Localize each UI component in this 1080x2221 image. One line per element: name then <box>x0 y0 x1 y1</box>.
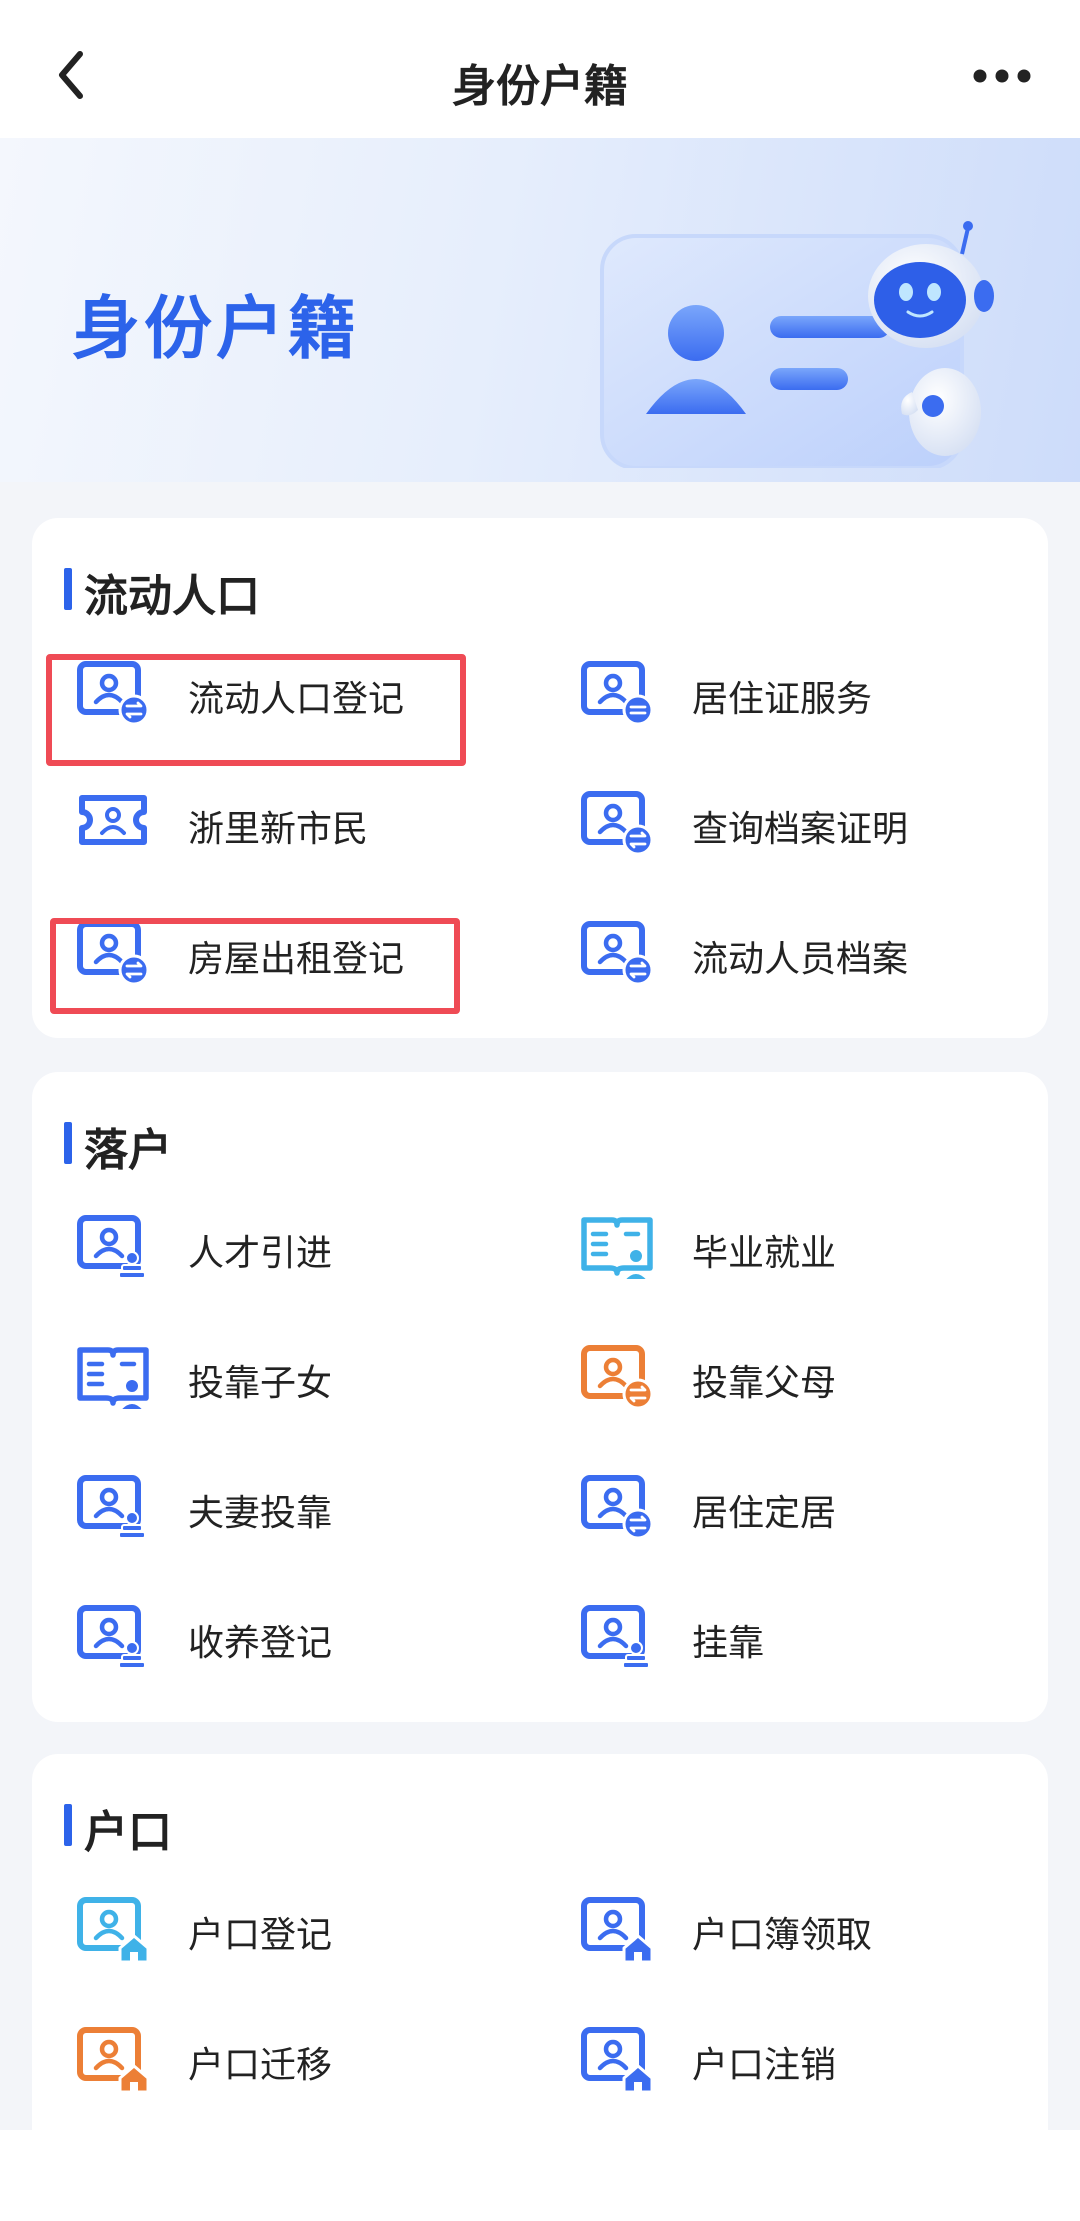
section-title: 流动人口 <box>64 560 260 624</box>
id-card-stamp-icon <box>580 1598 654 1672</box>
page-title: 身份户籍 <box>452 61 628 112</box>
id-card-transfer-icon <box>580 914 654 988</box>
service-item-floating-archive[interactable]: 流动人员档案 <box>536 902 1006 1002</box>
service-label: 查询档案证明 <box>692 809 909 850</box>
service-item-rental-registration[interactable]: 房屋出租登记 <box>32 902 502 1002</box>
banner-title: 身份户籍 <box>72 290 361 369</box>
service-item-archive-certificate[interactable]: 查询档案证明 <box>536 772 1006 872</box>
id-card-transfer-icon <box>76 914 150 988</box>
service-label: 投靠父母 <box>692 1363 837 1404</box>
service-label: 投靠子女 <box>188 1363 333 1404</box>
banner: 身份户籍 <box>0 138 1080 482</box>
book-person-icon <box>76 1338 150 1412</box>
service-item-residence-settle[interactable]: 居住定居 <box>536 1456 1006 1556</box>
service-item-floating-registration[interactable]: 流动人口登记 <box>32 642 502 742</box>
service-label: 房屋出租登记 <box>188 939 405 980</box>
service-item-join-children[interactable]: 投靠子女 <box>32 1326 502 1426</box>
id-card-stamp-icon <box>76 1468 150 1542</box>
service-label: 挂靠 <box>692 1623 765 1664</box>
id-card-house-icon <box>580 2020 654 2094</box>
service-item-talent-introduction[interactable]: 人才引进 <box>32 1196 502 1296</box>
service-item-household-registration[interactable]: 户口登记 <box>32 1878 502 1978</box>
section-settlement: 落户 人才引进 毕业就业 投靠子女 投靠父母 夫妻投靠 居住定居 收养登记 挂靠 <box>32 1072 1048 1722</box>
service-label: 流动人口登记 <box>188 679 405 720</box>
service-label: 户口簿领取 <box>692 1915 873 1956</box>
id-card-transfer-icon <box>580 1338 654 1412</box>
id-card-transfer-icon <box>76 654 150 728</box>
service-label: 人才引进 <box>188 1233 333 1274</box>
service-label: 浙里新市民 <box>188 809 369 850</box>
service-label: 户口注销 <box>692 2045 837 2086</box>
service-label: 居住定居 <box>692 1493 837 1534</box>
service-item-join-spouse[interactable]: 夫妻投靠 <box>32 1456 502 1556</box>
section-floating-population: 流动人口 流动人口登记 居住证服务 浙里新市民 查询档案证明 房屋出租登记 流动… <box>32 518 1048 1038</box>
service-item-graduate-employment[interactable]: 毕业就业 <box>536 1196 1006 1296</box>
service-item-household-cancellation[interactable]: 户口注销 <box>536 2008 1006 2108</box>
id-card-minus-icon <box>580 654 654 728</box>
ticket-person-icon <box>76 784 150 858</box>
id-card-stamp-icon <box>76 1598 150 1672</box>
service-label: 流动人员档案 <box>692 939 909 980</box>
id-card-house-icon <box>580 1890 654 1964</box>
service-item-affiliation[interactable]: 挂靠 <box>536 1586 1006 1686</box>
section-household: 户口 户口登记 户口簿领取 户口迁移 户口注销 <box>32 1754 1048 2130</box>
service-item-adoption-registration[interactable]: 收养登记 <box>32 1586 502 1686</box>
service-label: 毕业就业 <box>692 1233 837 1274</box>
service-item-household-migration[interactable]: 户口迁移 <box>32 2008 502 2108</box>
section-title: 落户 <box>64 1114 172 1178</box>
service-item-new-citizen[interactable]: 浙里新市民 <box>32 772 502 872</box>
id-card-house-icon <box>76 2020 150 2094</box>
service-label: 居住证服务 <box>692 679 873 720</box>
book-person-icon <box>580 1208 654 1282</box>
service-label: 户口迁移 <box>188 2045 333 2086</box>
id-card-stamp-icon <box>76 1208 150 1282</box>
id-card-transfer-icon <box>580 784 654 858</box>
navbar: 身份户籍 <box>0 0 1080 138</box>
id-card-transfer-icon <box>580 1468 654 1542</box>
section-title: 户口 <box>64 1796 172 1860</box>
service-item-household-book-pickup[interactable]: 户口簿领取 <box>536 1878 1006 1978</box>
service-label: 收养登记 <box>188 1623 333 1664</box>
bottom-safe-area <box>0 2130 1080 2221</box>
main-content: 身份户籍 流动人口 流动人口登记 居住证服务 浙里新市民 查询档案证明 房屋出租… <box>0 138 1080 2130</box>
more-dots-icon[interactable] <box>970 56 1034 96</box>
id-card-house-icon <box>76 1890 150 1964</box>
id-card-robot-illustration <box>600 221 994 468</box>
service-item-join-parents[interactable]: 投靠父母 <box>536 1326 1006 1426</box>
service-label: 夫妻投靠 <box>188 1493 333 1534</box>
service-label: 户口登记 <box>188 1915 333 1956</box>
service-item-residence-permit[interactable]: 居住证服务 <box>536 642 1006 742</box>
